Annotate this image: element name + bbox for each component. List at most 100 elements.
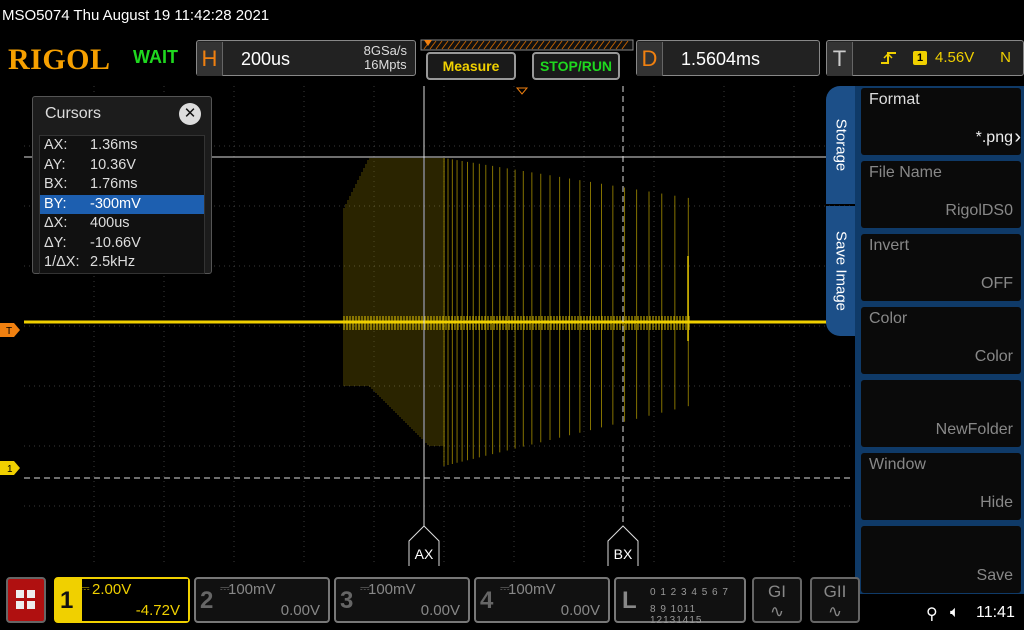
chevron-right-icon: › <box>1014 126 1021 148</box>
menu-item-value: OFF <box>981 275 1013 292</box>
menu-item[interactable]: Invert OFF <box>861 234 1021 301</box>
menu-item[interactable]: Window Hide <box>861 453 1021 520</box>
cursor-row: BX: 1.76ms <box>40 175 204 195</box>
trigger-source: 1 <box>913 51 927 65</box>
menu-item-title: Color <box>869 310 908 327</box>
cursor-key: ΔX: <box>44 215 68 231</box>
channel-scale: 100mV <box>228 581 276 598</box>
menu-item-value: Hide <box>980 494 1013 511</box>
cursor-bx-label: BX <box>614 546 633 562</box>
horizontal-timebase[interactable]: H 200us 8GSa/s 16Mpts <box>196 40 416 76</box>
rising-edge-icon <box>879 49 899 72</box>
cursor-key: BX: <box>44 176 68 192</box>
cursor-row: ΔY: -10.66V <box>40 234 204 254</box>
stop-run-button[interactable]: STOP/RUN <box>532 52 620 80</box>
trigger-level: 4.56V <box>935 49 975 66</box>
cursor-row: AY: 10.36V <box>40 156 204 176</box>
save-image-menu: Format *.png › File Name RigolDS0 Invert OFF Co… <box>855 86 1024 594</box>
measure-button[interactable]: Measure <box>426 52 516 80</box>
channel-offset: 0.00V <box>280 602 320 619</box>
tab-save-image[interactable]: Save Image <box>826 206 856 336</box>
trigger-settings[interactable]: T 1 4.56V N <box>826 40 1024 76</box>
channel-number: 4 <box>480 587 494 614</box>
channel-offset: 0.00V <box>560 602 600 619</box>
logic-channels-high: 8 9 1011 12131415 <box>650 604 703 626</box>
channel-offset: -4.72V <box>135 602 180 619</box>
horizontal-label: H <box>197 42 223 76</box>
channel-number: 3 <box>340 587 354 614</box>
cursor-value: 2.5kHz <box>90 254 136 270</box>
generator-1-label: GI <box>768 582 786 601</box>
cursor-row: BY: -300mV <box>40 194 204 214</box>
left-markers: T 1 <box>0 323 20 475</box>
generator-2-label: GII <box>823 582 847 601</box>
trigger-mode: N <box>1000 49 1011 66</box>
speaker-muted-icon[interactable]: 🔈︎ <box>950 604 960 622</box>
channel-scale: 2.00V <box>92 581 132 598</box>
delay-value: 1.5604ms <box>681 49 761 69</box>
window-title: MSO5074 Thu August 19 11:42:28 2021 <box>2 7 270 24</box>
acquisition-status: WAIT <box>133 47 178 67</box>
channel-number: 2 <box>200 587 214 614</box>
side-tabs: Storage Save Image <box>826 86 856 566</box>
channel-2-box[interactable]: 2 ⎓ 100mV 0.00V <box>194 577 330 623</box>
cursor-value: -10.66V <box>90 234 141 251</box>
tab-storage[interactable]: Storage <box>826 86 856 204</box>
menu-item-title: Format <box>869 91 920 108</box>
cursors-panel[interactable]: Cursors ✕ AX: 1.36ms AY: 10.36V BX: 1.76ms BY:… <box>32 96 212 274</box>
menu-item[interactable]: Format *.png › <box>861 88 1021 155</box>
cursor-row: AX: 1.36ms <box>40 136 204 156</box>
menu-item[interactable]: File Name RigolDS0 <box>861 161 1021 228</box>
menu-item-title: Invert <box>869 237 910 254</box>
trigger-level-marker-label: T <box>6 326 12 337</box>
cursor-value: 1.36ms <box>90 137 138 153</box>
menu-item[interactable]: Save <box>861 526 1021 593</box>
logic-analyzer-box[interactable]: L 0 1 2 3 4 5 6 7 8 9 1011 12131415 <box>614 577 746 626</box>
logic-channels-low: 0 1 2 3 4 5 6 7 <box>650 587 729 598</box>
cursor-value: 400us <box>90 215 130 231</box>
sine-wave-icon: ∿ <box>827 602 843 621</box>
cursor-key: AX: <box>44 137 68 153</box>
cursor-key: 1/ΔX: <box>44 254 80 270</box>
trigger-label: T <box>827 42 853 76</box>
usb-icon: ⚲ <box>926 606 938 623</box>
delay-label: D <box>637 42 663 76</box>
cursor-value: 1.76ms <box>90 176 138 192</box>
sample-rate: 8GSa/s <box>363 43 407 58</box>
channel-4-box[interactable]: 4 ⎓ 100mV 0.00V <box>474 577 610 623</box>
cursor-readout-table: AX: 1.36ms AY: 10.36V BX: 1.76ms BY: -300mV ΔX: 4… <box>39 135 205 274</box>
channel-1-box[interactable]: 1 ⎓ 2.00V -4.72V <box>54 577 190 623</box>
menu-item-value: *.png <box>975 129 1013 146</box>
cursor-row: ΔX: 400us <box>40 214 204 234</box>
channel-3-box[interactable]: 3 ⎓ 100mV 0.00V <box>334 577 470 623</box>
menu-item-value: Save <box>976 567 1013 584</box>
menu-item-value: RigolDS0 <box>945 202 1013 219</box>
cursors-title: Cursors <box>45 105 102 122</box>
generator-1-button[interactable]: GI ∿ <box>752 577 802 623</box>
cursor-row: 1/ΔX: 2.5kHz <box>40 253 204 273</box>
close-icon[interactable]: ✕ <box>179 103 201 125</box>
clock: 11:41 <box>976 604 1015 621</box>
sample-rate-info: 8GSa/s 16Mpts <box>364 44 407 72</box>
menu-item[interactable]: NewFolder <box>861 380 1021 447</box>
memory-depth: 16Mpts <box>364 57 407 72</box>
cursor-key: BY: <box>44 195 67 212</box>
cursor-value: 10.36V <box>90 156 136 173</box>
menu-item-title: File Name <box>869 164 942 181</box>
memory-position-bar <box>420 39 634 51</box>
cursor-value: -300mV <box>90 195 141 212</box>
menu-item-title: Window <box>869 456 926 473</box>
menu-item-value: Color <box>974 348 1013 365</box>
ch1-offset-marker-label: 1 <box>7 464 13 475</box>
generator-2-button[interactable]: GII ∿ <box>810 577 860 623</box>
menu-item-value: NewFolder <box>935 421 1013 438</box>
dc-coupling-icon: ⎓ <box>80 581 90 595</box>
menu-grid-button[interactable] <box>6 577 46 623</box>
channel-scale: 100mV <box>508 581 556 598</box>
grid-menu-icon <box>16 590 35 609</box>
menu-item[interactable]: Color Color <box>861 307 1021 374</box>
cursor-ax-label: AX <box>415 546 434 562</box>
horizontal-delay[interactable]: D 1.5604ms <box>636 40 820 76</box>
cursor-key: ΔY: <box>44 234 67 251</box>
timebase-value: 200us <box>241 49 291 69</box>
